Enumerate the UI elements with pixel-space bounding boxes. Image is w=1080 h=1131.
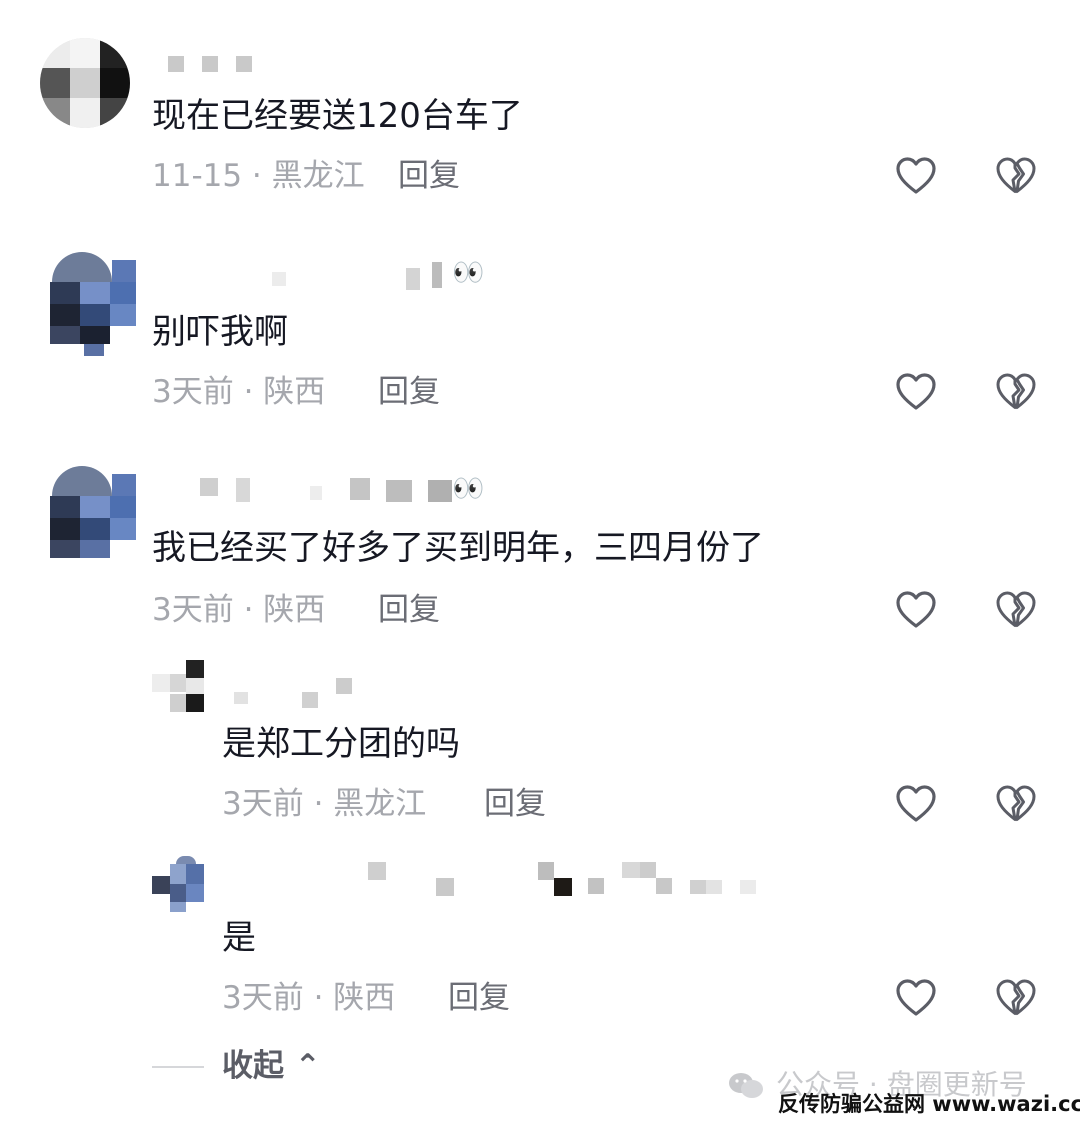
comment-text: 是郑工分团的吗 xyxy=(222,724,460,764)
broken-heart-icon[interactable] xyxy=(994,370,1038,414)
comment-meta: 11-15 · 黑龙江 xyxy=(152,158,365,194)
comment-text: 别吓我啊 xyxy=(152,312,288,352)
username-pixelated[interactable] xyxy=(368,860,768,900)
username-pixelated[interactable] xyxy=(234,676,364,716)
heart-outline-icon[interactable] xyxy=(894,782,938,826)
collapse-divider xyxy=(152,1066,204,1068)
comment-text: 我已经买了好多了买到明年，三四月份了 xyxy=(152,528,764,568)
collapse-replies-button[interactable]: 收起 ⌃ xyxy=(222,1046,321,1086)
heart-outline-icon[interactable] xyxy=(894,370,938,414)
watermark-site: 反传防骗公益网 www.wazi.cc xyxy=(778,1092,1080,1116)
reply-button[interactable]: 回复 xyxy=(378,590,440,630)
username-pixelated[interactable] xyxy=(168,52,268,92)
heart-outline-icon[interactable] xyxy=(894,976,938,1020)
comment-meta: 3天前 · 陕西 xyxy=(152,592,326,628)
comment-text: 现在已经要送120台车了 xyxy=(152,96,523,136)
eyes-emoji: 👀 xyxy=(452,258,485,288)
broken-heart-icon[interactable] xyxy=(994,154,1038,198)
broken-heart-icon[interactable] xyxy=(994,782,1038,826)
avatar[interactable] xyxy=(152,660,204,712)
avatar[interactable] xyxy=(40,252,136,356)
heart-outline-icon[interactable] xyxy=(894,154,938,198)
eyes-emoji: 👀 xyxy=(452,474,485,504)
avatar[interactable] xyxy=(40,38,130,128)
username-pixelated[interactable] xyxy=(236,258,446,298)
heart-outline-icon[interactable] xyxy=(894,588,938,632)
reply-button[interactable]: 回复 xyxy=(448,978,510,1018)
comment-meta: 3天前 · 陕西 xyxy=(152,374,326,410)
reply-button[interactable]: 回复 xyxy=(484,784,546,824)
comment-text: 是 xyxy=(222,918,256,958)
reply-button[interactable]: 回复 xyxy=(398,156,460,196)
avatar[interactable] xyxy=(152,856,204,912)
comment-meta: 3天前 · 陕西 xyxy=(222,980,396,1016)
broken-heart-icon[interactable] xyxy=(994,588,1038,632)
wechat-icon xyxy=(728,1072,764,1100)
broken-heart-icon[interactable] xyxy=(994,976,1038,1020)
avatar[interactable] xyxy=(40,466,136,562)
reply-button[interactable]: 回复 xyxy=(378,372,440,412)
username-pixelated[interactable] xyxy=(200,472,460,512)
comment-meta: 3天前 · 黑龙江 xyxy=(222,786,427,822)
